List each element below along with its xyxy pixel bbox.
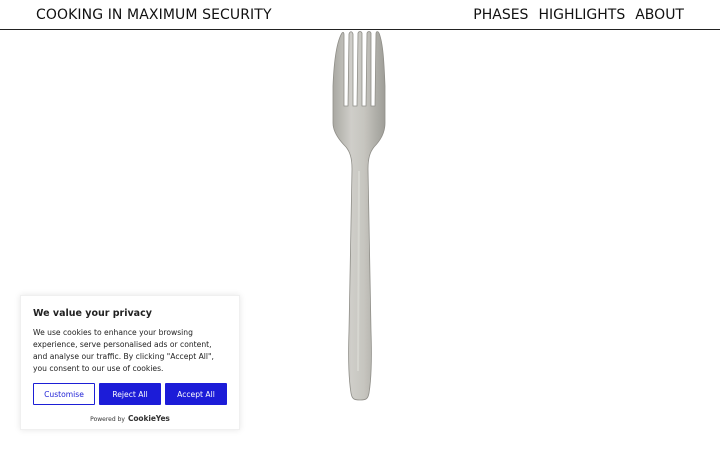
page: COOKING IN MAXIMUM SECURITY PHASES HIGHL…	[0, 0, 720, 450]
accept-all-button[interactable]: Accept All	[165, 383, 227, 405]
nav-item-phases[interactable]: PHASES	[473, 7, 528, 23]
fork-icon	[332, 31, 386, 401]
main-nav: PHASES HIGHLIGHTS ABOUT	[473, 7, 684, 23]
nav-item-about[interactable]: ABOUT	[635, 7, 684, 23]
site-header: COOKING IN MAXIMUM SECURITY PHASES HIGHL…	[0, 0, 720, 30]
cookie-banner-text: We use cookies to enhance your browsing …	[33, 328, 214, 373]
powered-by: Powered by CookieYes	[33, 414, 227, 423]
site-title-link[interactable]: COOKING IN MAXIMUM SECURITY	[36, 7, 272, 23]
powered-by-text: Powered by	[90, 416, 125, 423]
cookie-consent-banner: We value your privacy We use cookies to …	[20, 295, 240, 430]
cookieyes-logo[interactable]: CookieYes	[128, 414, 170, 423]
fork-image	[328, 31, 392, 403]
reject-all-button[interactable]: Reject All	[99, 383, 161, 405]
nav-item-highlights[interactable]: HIGHLIGHTS	[538, 7, 625, 23]
cookie-banner-title: We value your privacy	[33, 308, 152, 319]
cookie-button-row: Customise Reject All Accept All	[33, 383, 227, 405]
customise-button[interactable]: Customise	[33, 383, 95, 405]
